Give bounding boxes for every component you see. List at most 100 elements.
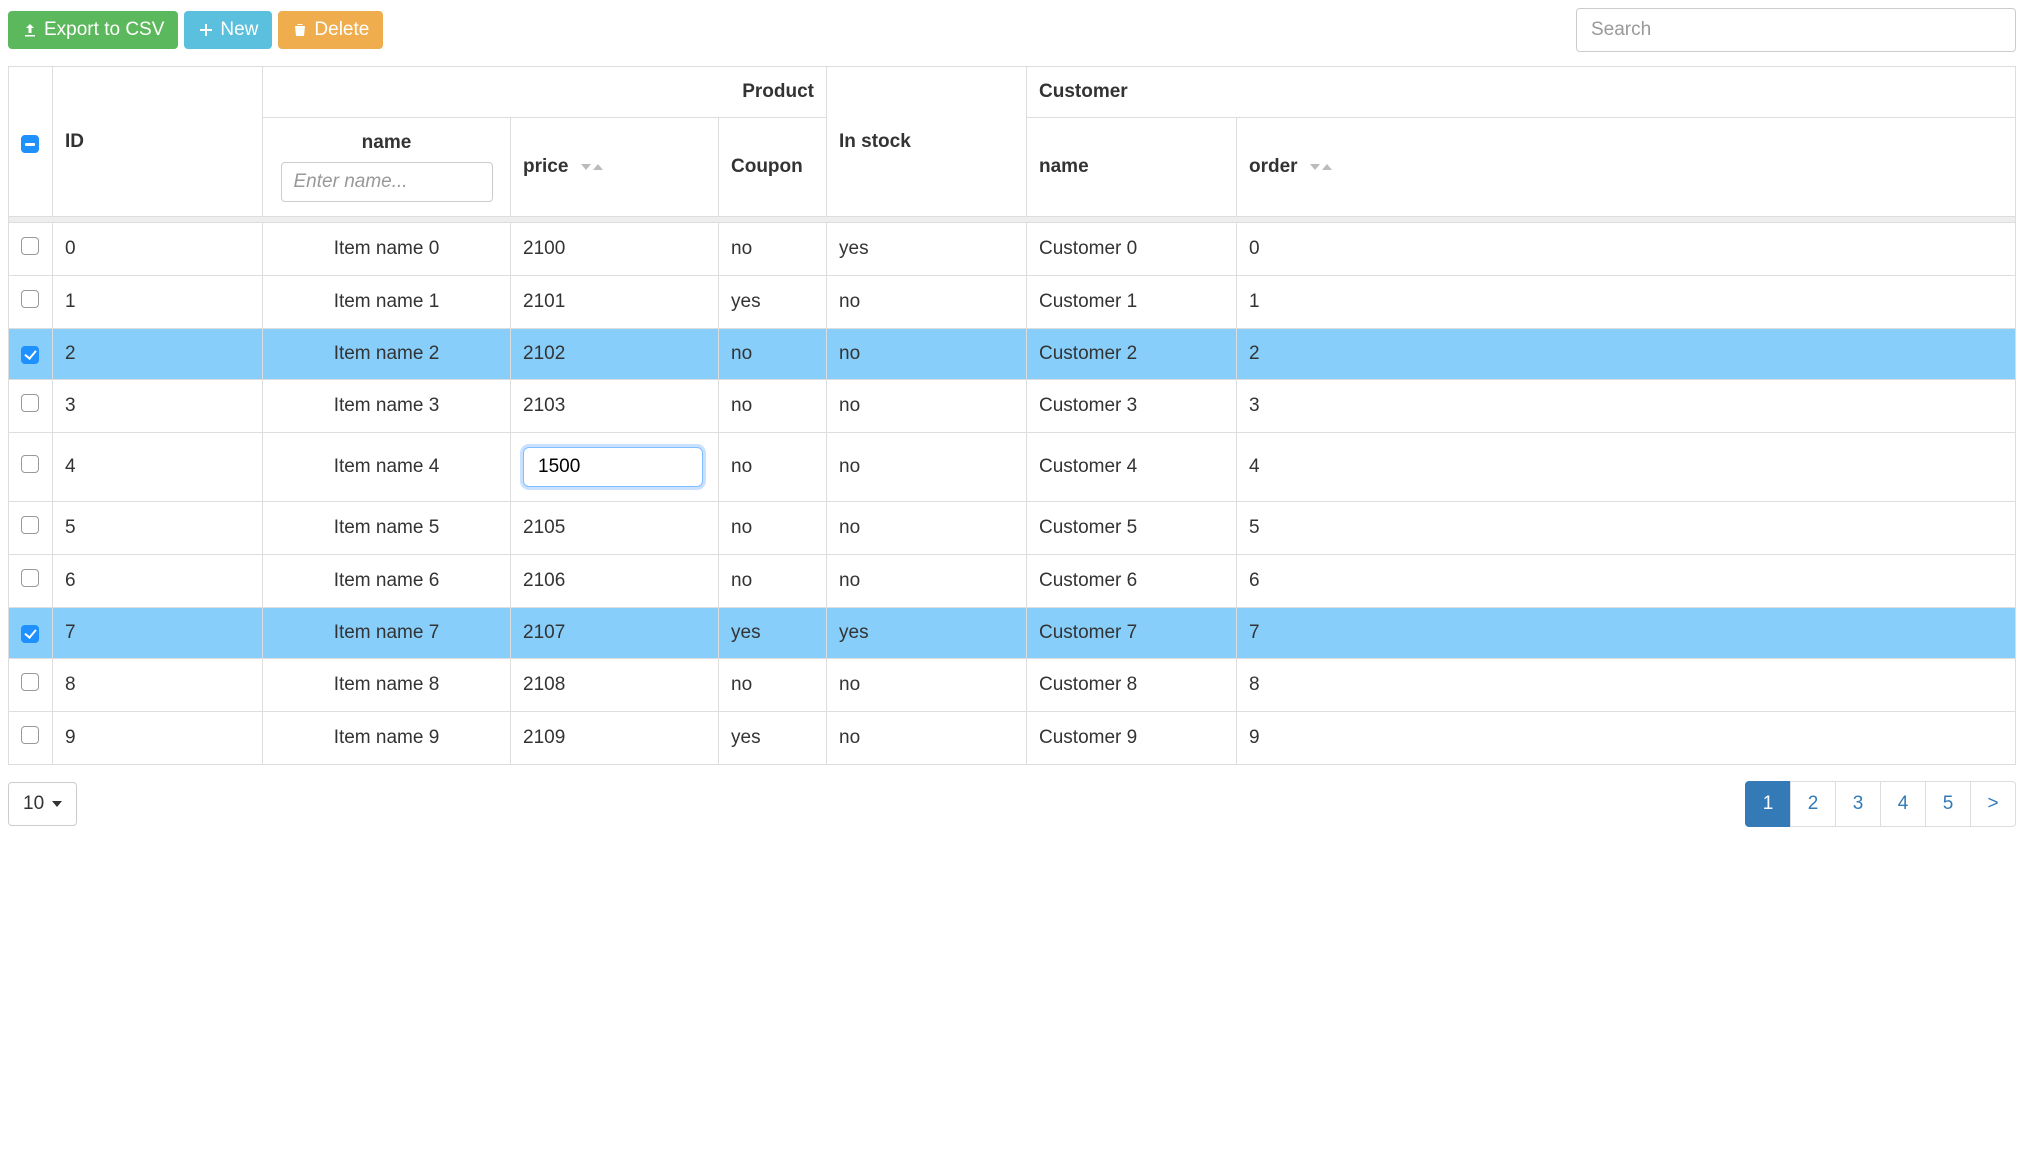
cell-customer-name[interactable]: Customer 6 <box>1027 555 1237 608</box>
page-1[interactable]: 1 <box>1745 781 1791 827</box>
header-price[interactable]: price <box>511 118 719 217</box>
cell-coupon[interactable]: no <box>719 380 827 433</box>
cell-name[interactable]: Item name 5 <box>263 502 511 555</box>
row-checkbox[interactable] <box>21 346 39 364</box>
cell-id[interactable]: 4 <box>53 433 263 502</box>
cell-customer-name[interactable]: Customer 4 <box>1027 433 1237 502</box>
page-next[interactable]: > <box>1970 781 2016 827</box>
cell-name[interactable]: Item name 9 <box>263 712 511 765</box>
cell-order[interactable]: 3 <box>1237 380 2016 433</box>
cell-customer-name[interactable]: Customer 2 <box>1027 329 1237 380</box>
cell-coupon[interactable]: no <box>719 223 827 276</box>
page-2[interactable]: 2 <box>1790 781 1836 827</box>
table-row[interactable]: 5Item name 52105nonoCustomer 55 <box>9 502 2016 555</box>
cell-price[interactable]: 2106 <box>511 555 719 608</box>
row-checkbox[interactable] <box>21 516 39 534</box>
cell-in-stock[interactable]: no <box>827 659 1027 712</box>
page-size-select[interactable]: 10 <box>8 782 77 826</box>
header-name[interactable]: name <box>263 118 511 217</box>
cell-in-stock[interactable]: no <box>827 329 1027 380</box>
search-input[interactable] <box>1576 8 2016 52</box>
cell-coupon[interactable]: no <box>719 555 827 608</box>
header-in-stock[interactable]: In stock <box>827 67 1027 217</box>
row-checkbox[interactable] <box>21 625 39 643</box>
cell-order[interactable]: 2 <box>1237 329 2016 380</box>
cell-order[interactable]: 1 <box>1237 276 2016 329</box>
cell-customer-name[interactable]: Customer 3 <box>1027 380 1237 433</box>
table-row[interactable]: 0Item name 02100noyesCustomer 00 <box>9 223 2016 276</box>
cell-name[interactable]: Item name 0 <box>263 223 511 276</box>
cell-coupon[interactable]: no <box>719 329 827 380</box>
header-customer-name[interactable]: name <box>1027 118 1237 217</box>
cell-coupon[interactable]: no <box>719 659 827 712</box>
cell-in-stock[interactable]: no <box>827 555 1027 608</box>
cell-customer-name[interactable]: Customer 0 <box>1027 223 1237 276</box>
cell-coupon[interactable]: no <box>719 433 827 502</box>
cell-id[interactable]: 5 <box>53 502 263 555</box>
cell-coupon[interactable]: no <box>719 502 827 555</box>
cell-order[interactable]: 5 <box>1237 502 2016 555</box>
page-3[interactable]: 3 <box>1835 781 1881 827</box>
cell-id[interactable]: 1 <box>53 276 263 329</box>
cell-price[interactable]: 2105 <box>511 502 719 555</box>
header-id[interactable]: ID <box>53 67 263 217</box>
cell-coupon[interactable]: yes <box>719 712 827 765</box>
cell-order[interactable]: 0 <box>1237 223 2016 276</box>
cell-id[interactable]: 8 <box>53 659 263 712</box>
header-coupon[interactable]: Coupon <box>719 118 827 217</box>
cell-id[interactable]: 3 <box>53 380 263 433</box>
cell-price[interactable]: 2109 <box>511 712 719 765</box>
cell-id[interactable]: 9 <box>53 712 263 765</box>
cell-name[interactable]: Item name 3 <box>263 380 511 433</box>
cell-coupon[interactable]: yes <box>719 608 827 659</box>
row-checkbox[interactable] <box>21 673 39 691</box>
cell-name[interactable]: Item name 4 <box>263 433 511 502</box>
cell-order[interactable]: 9 <box>1237 712 2016 765</box>
cell-in-stock[interactable]: yes <box>827 223 1027 276</box>
table-row[interactable]: 9Item name 92109yesnoCustomer 99 <box>9 712 2016 765</box>
cell-order[interactable]: 6 <box>1237 555 2016 608</box>
table-row[interactable]: 4Item name 4nonoCustomer 44 <box>9 433 2016 502</box>
cell-price[interactable]: 2100 <box>511 223 719 276</box>
cell-customer-name[interactable]: Customer 7 <box>1027 608 1237 659</box>
cell-in-stock[interactable]: no <box>827 276 1027 329</box>
cell-order[interactable]: 7 <box>1237 608 2016 659</box>
cell-price[interactable]: 2103 <box>511 380 719 433</box>
cell-name[interactable]: Item name 7 <box>263 608 511 659</box>
cell-price[interactable] <box>511 433 719 502</box>
cell-customer-name[interactable]: Customer 1 <box>1027 276 1237 329</box>
cell-name[interactable]: Item name 2 <box>263 329 511 380</box>
cell-id[interactable]: 0 <box>53 223 263 276</box>
table-row[interactable]: 1Item name 12101yesnoCustomer 11 <box>9 276 2016 329</box>
delete-button[interactable]: Delete <box>278 11 383 49</box>
table-row[interactable]: 7Item name 72107yesyesCustomer 77 <box>9 608 2016 659</box>
table-row[interactable]: 3Item name 32103nonoCustomer 33 <box>9 380 2016 433</box>
cell-price[interactable]: 2102 <box>511 329 719 380</box>
export-csv-button[interactable]: Export to CSV <box>8 11 178 49</box>
cell-customer-name[interactable]: Customer 5 <box>1027 502 1237 555</box>
cell-customer-name[interactable]: Customer 9 <box>1027 712 1237 765</box>
cell-order[interactable]: 4 <box>1237 433 2016 502</box>
cell-name[interactable]: Item name 6 <box>263 555 511 608</box>
cell-in-stock[interactable]: no <box>827 712 1027 765</box>
cell-customer-name[interactable]: Customer 8 <box>1027 659 1237 712</box>
cell-coupon[interactable]: yes <box>719 276 827 329</box>
row-checkbox[interactable] <box>21 726 39 744</box>
new-button[interactable]: New <box>184 11 272 49</box>
row-checkbox[interactable] <box>21 455 39 473</box>
table-row[interactable]: 8Item name 82108nonoCustomer 88 <box>9 659 2016 712</box>
cell-order[interactable]: 8 <box>1237 659 2016 712</box>
cell-price[interactable]: 2108 <box>511 659 719 712</box>
cell-price[interactable]: 2107 <box>511 608 719 659</box>
cell-in-stock[interactable]: no <box>827 380 1027 433</box>
price-edit-input[interactable] <box>523 447 703 487</box>
cell-in-stock[interactable]: no <box>827 502 1027 555</box>
name-filter-input[interactable] <box>281 162 493 202</box>
table-row[interactable]: 2Item name 22102nonoCustomer 22 <box>9 329 2016 380</box>
row-checkbox[interactable] <box>21 290 39 308</box>
page-5[interactable]: 5 <box>1925 781 1971 827</box>
page-4[interactable]: 4 <box>1880 781 1926 827</box>
row-checkbox[interactable] <box>21 394 39 412</box>
cell-in-stock[interactable]: no <box>827 433 1027 502</box>
row-checkbox[interactable] <box>21 569 39 587</box>
